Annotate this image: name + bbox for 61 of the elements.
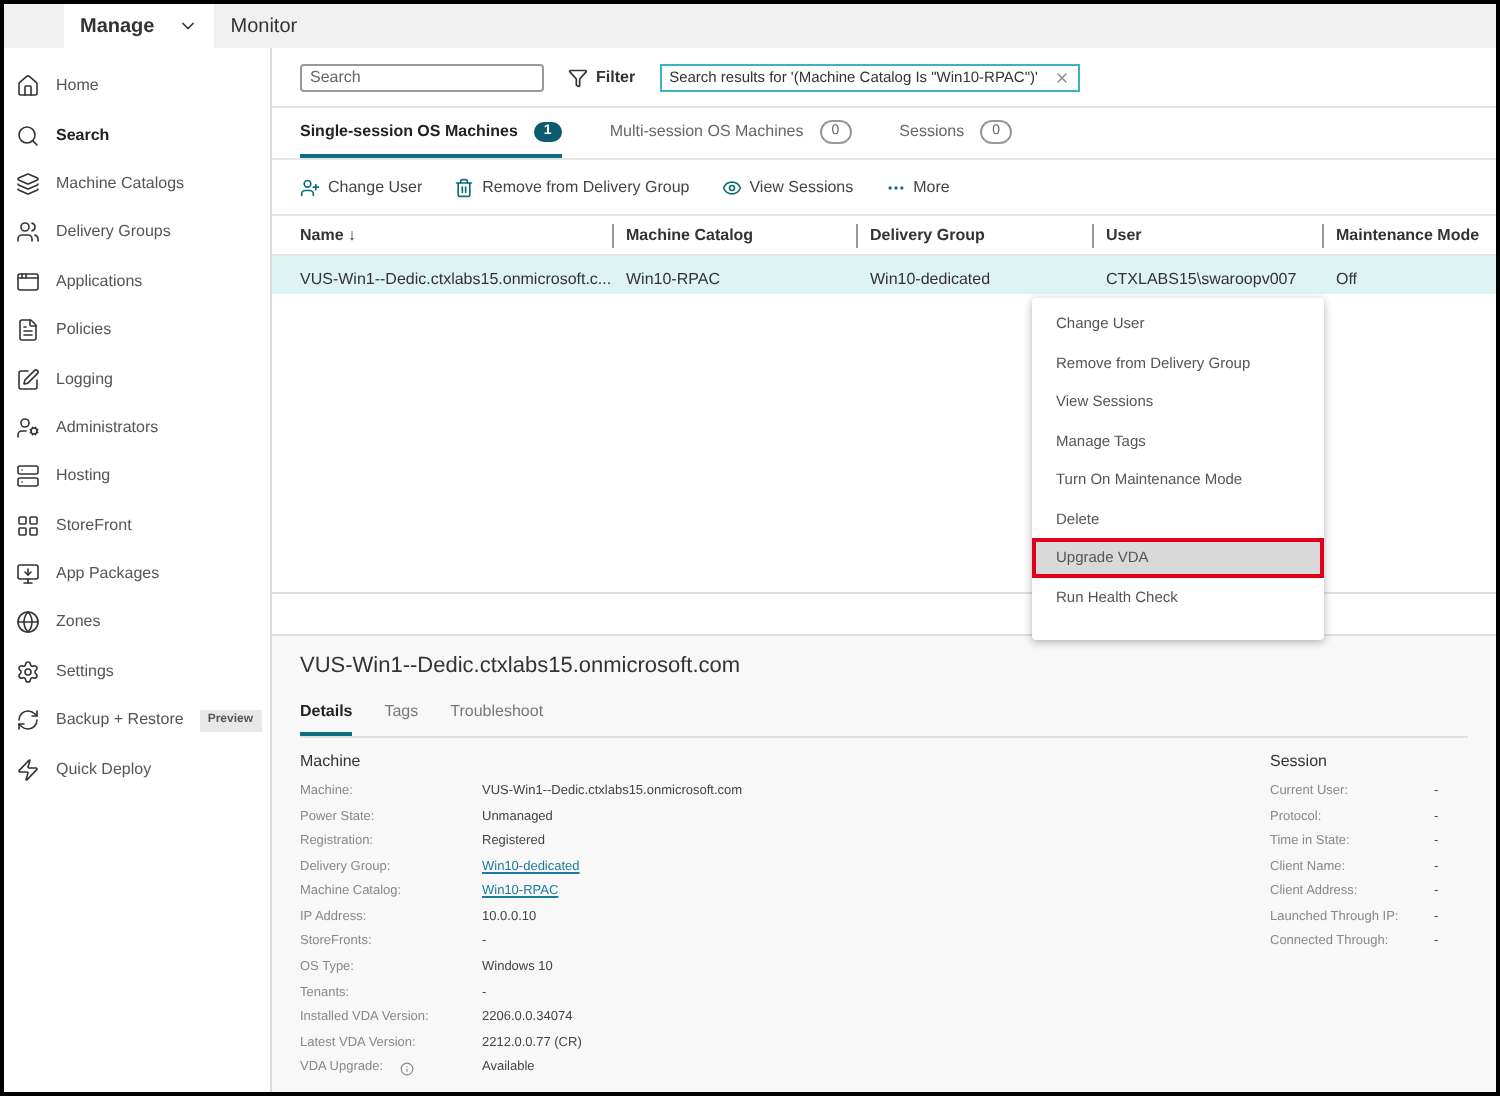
- user-gear-icon: [16, 415, 40, 440]
- sidebar-item[interactable]: Quick Deploy: [56, 757, 152, 782]
- table-cell: CTXLABS15\swaroopv007: [1106, 269, 1297, 287]
- refresh-icon: [16, 708, 40, 733]
- details-tab[interactable]: Tags: [384, 699, 419, 735]
- table-cell: Win10-dedicated: [870, 269, 991, 287]
- section-heading: Session: [1270, 749, 1329, 773]
- column-header[interactable]: Delivery Group: [870, 223, 985, 247]
- edit-icon: [16, 367, 40, 392]
- sidebar-item[interactable]: StoreFront: [56, 513, 132, 538]
- sidebar-item[interactable]: Backup + Restore: [56, 708, 184, 733]
- grid-icon: [16, 513, 40, 538]
- sidebar-item[interactable]: Hosting: [56, 464, 111, 489]
- sidebar-item[interactable]: Logging: [56, 367, 113, 392]
- sidebar-item[interactable]: Applications: [56, 269, 143, 294]
- sidebar-item[interactable]: Search: [56, 123, 110, 148]
- user-add-icon: [300, 177, 320, 197]
- table-cell: VUS-Win1--Dedic.ctxlabs15.onmicrosoft.c...: [300, 269, 612, 287]
- layers-icon: [16, 171, 40, 196]
- search-icon: [16, 123, 40, 148]
- sidebar-item[interactable]: Settings: [56, 659, 114, 684]
- section-heading: Machine: [300, 749, 363, 773]
- search-field[interactable]: Search: [300, 63, 544, 91]
- column-header[interactable]: User: [1106, 223, 1142, 247]
- settings-icon: [16, 659, 40, 684]
- nav-tab[interactable]: Manage: [64, 4, 215, 48]
- details-tab[interactable]: Details: [300, 699, 353, 735]
- filter-label[interactable]: Filter: [596, 65, 636, 89]
- nav-tab[interactable]: Monitor: [214, 4, 314, 48]
- sidebar-item[interactable]: App Packages: [56, 562, 160, 587]
- monitor-icon: [16, 562, 40, 587]
- column-header[interactable]: Maintenance Mode: [1336, 223, 1480, 247]
- column-header[interactable]: Machine Catalog: [626, 223, 754, 247]
- lightning-icon: [16, 757, 40, 782]
- toolbar-button[interactable]: Change User: [300, 175, 423, 199]
- toolbar-button[interactable]: View Sessions: [721, 175, 854, 199]
- home-icon: [16, 74, 40, 99]
- close-icon[interactable]: [1053, 69, 1070, 85]
- globe-icon: [16, 610, 40, 635]
- table-cell: Win10-RPAC: [626, 269, 720, 287]
- table-cell: Off: [1336, 269, 1358, 287]
- filter-icon: [568, 67, 588, 87]
- sidebar-item[interactable]: Zones: [56, 610, 101, 635]
- details-title: VUS-Win1--Dedic.ctxlabs15.onmicrosoft.com: [300, 652, 743, 682]
- info-icon[interactable]: [399, 1061, 414, 1076]
- document-icon: [16, 318, 40, 343]
- toolbar-button[interactable]: More: [885, 175, 950, 199]
- sidebar-item[interactable]: Delivery Groups: [56, 220, 171, 245]
- toolbar-button[interactable]: Remove from Delivery Group: [454, 175, 690, 199]
- table-row[interactable]: VUS-Win1--Dedic.ctxlabs15.onmicrosoft.c... Win10-RPAC Win10-dedicated CTXLABS15\swaroopv007 Off: [272, 256, 1496, 294]
- sidebar-item[interactable]: Home: [56, 74, 99, 99]
- column-header[interactable]: Name ↓: [300, 223, 357, 247]
- server-icon: [16, 464, 40, 489]
- eye-icon: [721, 177, 742, 197]
- window-icon: [16, 269, 40, 294]
- sidebar-item[interactable]: Policies: [56, 318, 112, 343]
- details-tab[interactable]: Troubleshoot: [450, 699, 544, 735]
- sidebar-item[interactable]: Administrators: [56, 415, 159, 440]
- users-icon: [16, 220, 40, 245]
- trash-icon: [454, 177, 475, 197]
- sidebar-item[interactable]: Machine Catalogs: [56, 171, 185, 196]
